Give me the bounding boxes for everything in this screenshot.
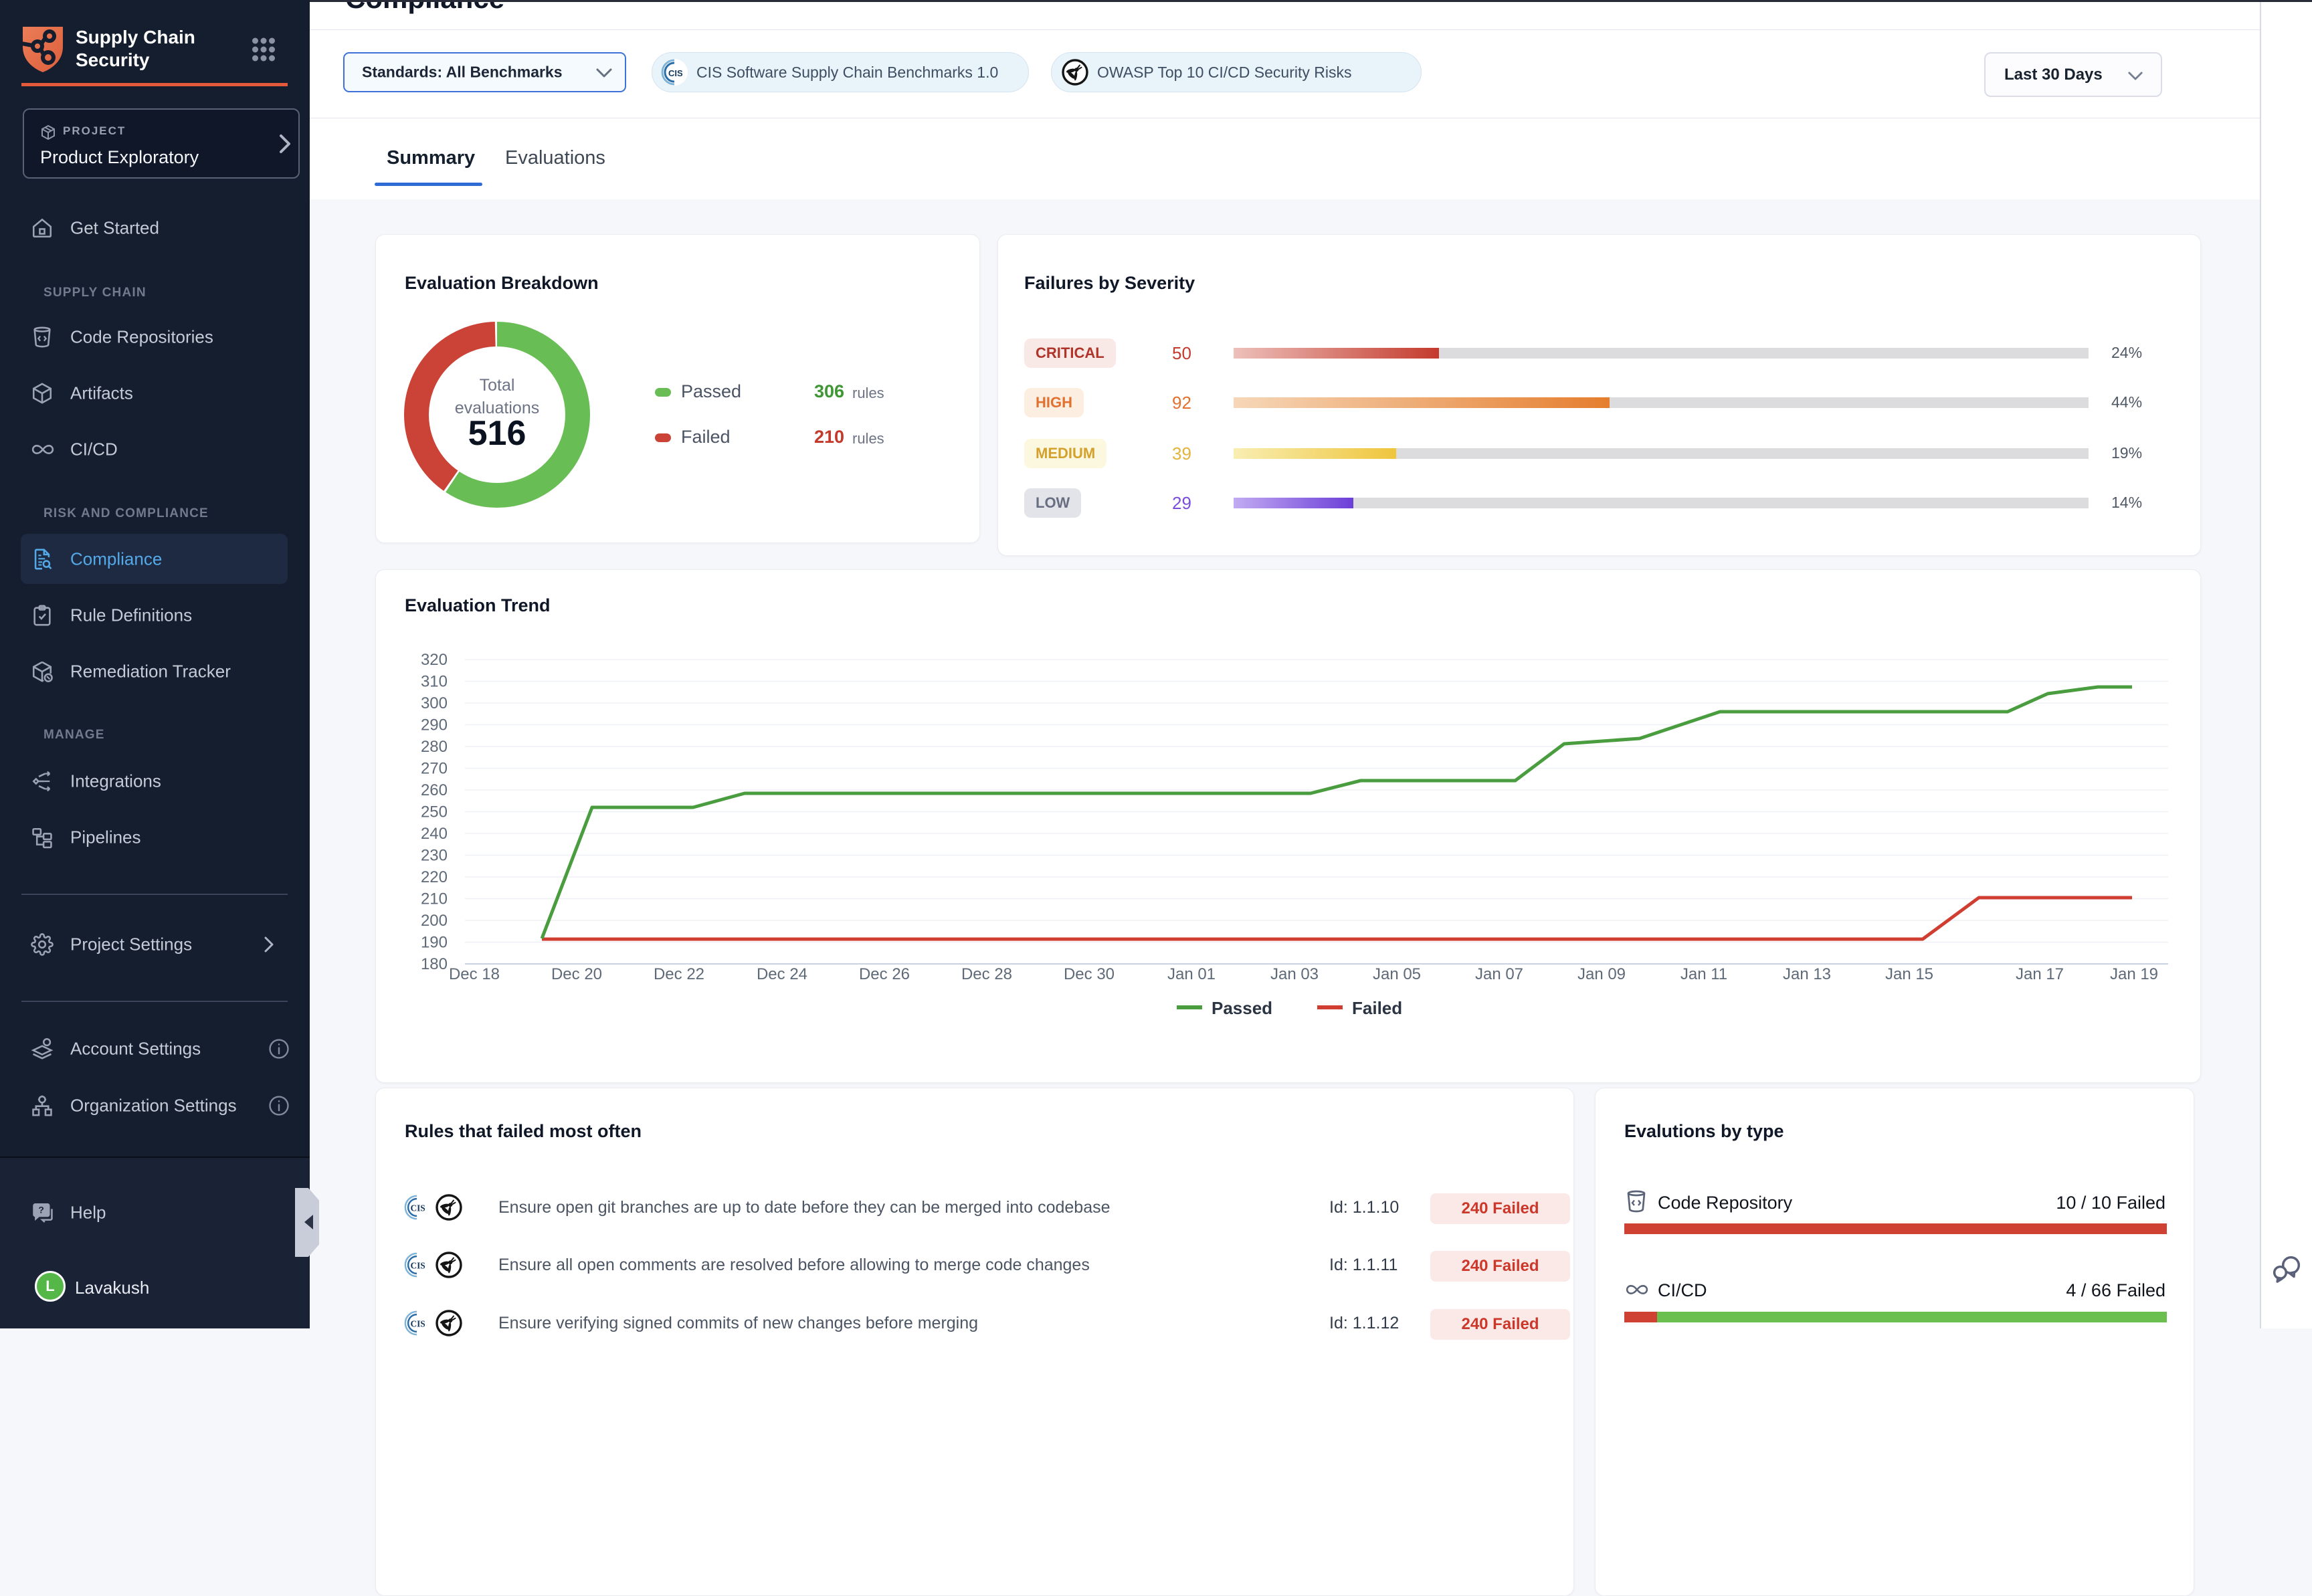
svg-text:Dec 24: Dec 24 bbox=[757, 965, 807, 983]
svg-text:Dec 18: Dec 18 bbox=[449, 965, 500, 983]
svg-text:Jan 13: Jan 13 bbox=[1783, 965, 1831, 983]
svg-text:CIS: CIS bbox=[410, 1261, 425, 1271]
svg-text:260: 260 bbox=[421, 781, 448, 799]
svg-text:Dec 20: Dec 20 bbox=[551, 965, 602, 983]
svg-text:Jan 11: Jan 11 bbox=[1680, 965, 1727, 983]
svg-text:Dec 22: Dec 22 bbox=[654, 965, 704, 983]
svg-text:Jan 07: Jan 07 bbox=[1475, 965, 1523, 983]
svg-text:250: 250 bbox=[421, 803, 448, 821]
svg-text:210: 210 bbox=[421, 890, 448, 908]
svg-text:300: 300 bbox=[421, 694, 448, 712]
svg-text:Passed: Passed bbox=[1212, 998, 1272, 1018]
svg-text:CIS: CIS bbox=[410, 1319, 425, 1329]
svg-text:200: 200 bbox=[421, 912, 448, 930]
svg-text:Jan 05: Jan 05 bbox=[1373, 965, 1421, 983]
svg-text:310: 310 bbox=[421, 673, 448, 691]
svg-text:Dec 28: Dec 28 bbox=[961, 965, 1012, 983]
svg-text:280: 280 bbox=[421, 738, 448, 756]
svg-text:Dec 26: Dec 26 bbox=[859, 965, 910, 983]
svg-text:240: 240 bbox=[421, 825, 448, 843]
svg-text:Jan 17: Jan 17 bbox=[2016, 965, 2064, 983]
svg-text:Jan 09: Jan 09 bbox=[1577, 965, 1626, 983]
svg-text:CIS: CIS bbox=[410, 1203, 425, 1213]
svg-text:Jan 01: Jan 01 bbox=[1167, 965, 1216, 983]
svg-text:270: 270 bbox=[421, 760, 448, 778]
svg-text:230: 230 bbox=[421, 847, 448, 865]
svg-text:220: 220 bbox=[421, 868, 448, 886]
svg-text:CIS: CIS bbox=[668, 68, 683, 78]
svg-text:320: 320 bbox=[421, 651, 448, 669]
svg-text:180: 180 bbox=[421, 955, 448, 973]
svg-text:Dec 30: Dec 30 bbox=[1064, 965, 1115, 983]
svg-text:?: ? bbox=[38, 1205, 44, 1216]
svg-text:Jan 19: Jan 19 bbox=[2110, 965, 2158, 983]
svg-text:Jan 15: Jan 15 bbox=[1885, 965, 1933, 983]
svg-text:Jan 03: Jan 03 bbox=[1270, 965, 1319, 983]
svg-text:290: 290 bbox=[421, 716, 448, 734]
svg-text:Failed: Failed bbox=[1352, 998, 1402, 1018]
svg-text:190: 190 bbox=[421, 934, 448, 952]
